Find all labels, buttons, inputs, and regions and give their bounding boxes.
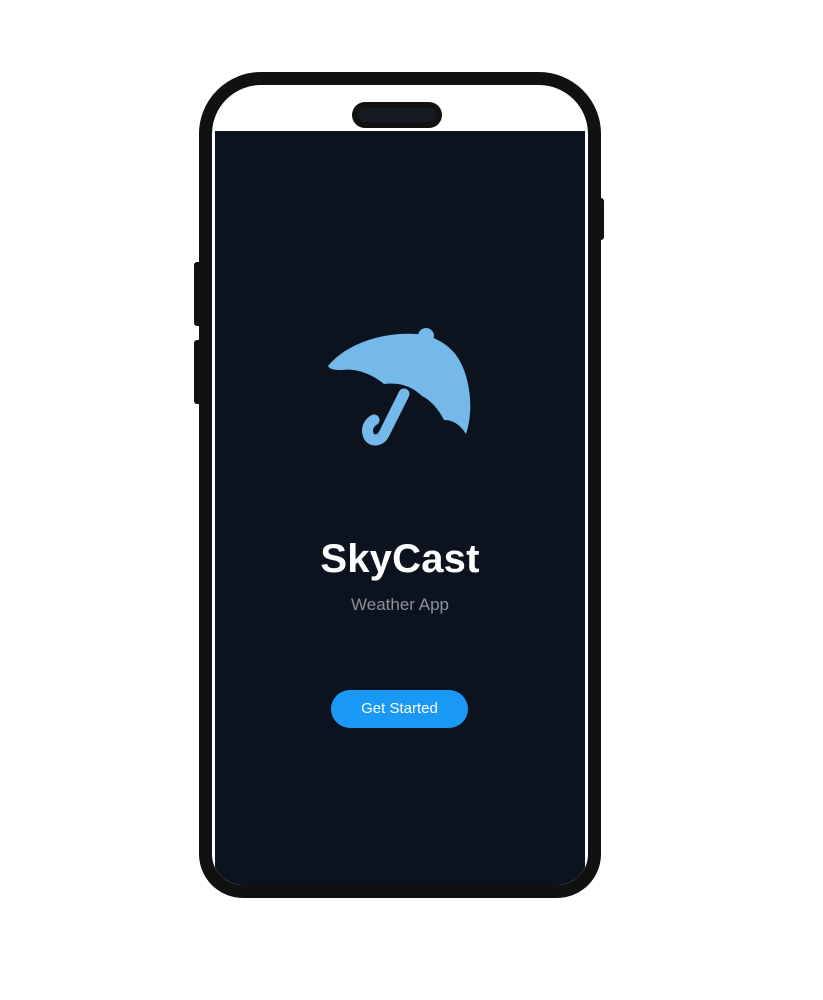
dynamic-island <box>352 102 442 128</box>
camera-cutout <box>358 108 436 122</box>
umbrella-icon <box>328 328 471 446</box>
splash-screen: SkyCast Weather App Get Started <box>215 131 585 885</box>
app-title: SkyCast <box>320 537 480 581</box>
phone-frame: SkyCast Weather App Get Started <box>199 72 601 898</box>
get-started-button[interactable]: Get Started <box>331 690 468 728</box>
app-subtitle: Weather App <box>351 595 449 614</box>
mockup-stage: SkyCast Weather App Get Started <box>0 0 823 1000</box>
